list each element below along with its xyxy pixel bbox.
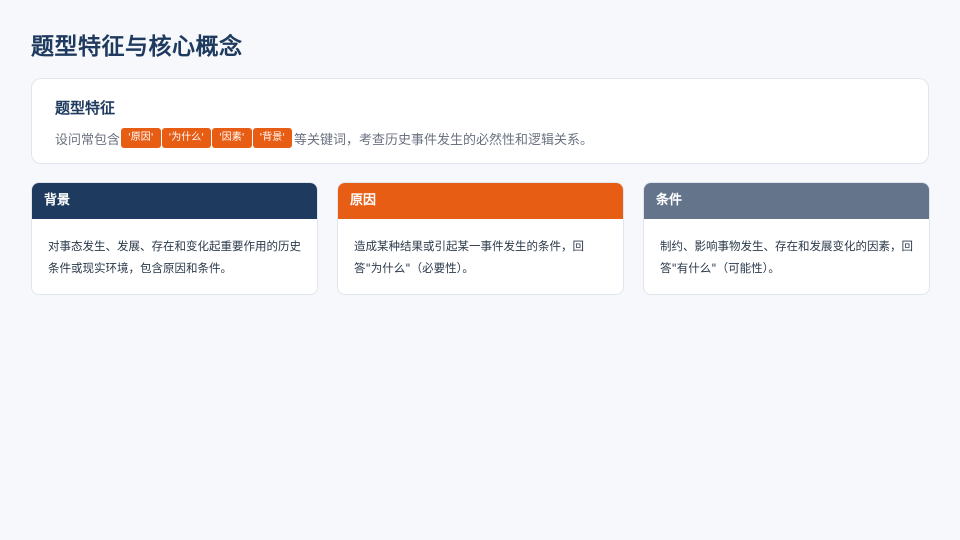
card-cause: 原因 造成某种结果或引起某一事件发生的条件，回答"为什么"（必要性）。	[337, 182, 624, 295]
feature-text-before: 设问常包含	[55, 132, 121, 148]
feature-heading: 题型特征	[55, 99, 116, 117]
keyword-tag: '为什么'	[161, 128, 212, 148]
card-body: 造成某种结果或引起某一事件发生的条件，回答"为什么"（必要性）。	[354, 239, 584, 275]
card-background: 背景 对事态发生、发展、存在和变化起重要作用的历史条件或现实环境，包含原因和条件…	[31, 182, 318, 295]
card-header: 原因	[338, 183, 623, 219]
feature-card: 题型特征 设问常包含 '原因' '为什么' '因素' '背景' 等关键词，考查历…	[31, 78, 929, 164]
keyword-tag: '背景'	[252, 128, 293, 148]
keyword-tag: '因素'	[212, 128, 252, 148]
page-title: 题型特征与核心概念	[31, 34, 243, 60]
card-body: 对事态发生、发展、存在和变化起重要作用的历史条件或现实环境，包含原因和条件。	[48, 239, 301, 275]
feature-description: 设问常包含 '原因' '为什么' '因素' '背景' 等关键词，考查历史事件发生…	[55, 128, 593, 148]
card-header: 背景	[32, 183, 317, 219]
card-condition: 条件 制约、影响事物发生、存在和发展变化的因素，回答"有什么"（可能性）。	[643, 182, 930, 295]
card-body: 制约、影响事物发生、存在和发展变化的因素，回答"有什么"（可能性）。	[660, 239, 913, 275]
feature-text-after: 等关键词，考查历史事件发生的必然性和逻辑关系。	[294, 132, 594, 148]
keyword-list: '原因' '为什么' '因素' '背景'	[121, 128, 293, 148]
card-header: 条件	[644, 183, 929, 219]
slide: 题型特征与核心概念 题型特征 设问常包含 '原因' '为什么' '因素' '背景…	[0, 0, 960, 540]
keyword-tag: '原因'	[121, 128, 161, 148]
